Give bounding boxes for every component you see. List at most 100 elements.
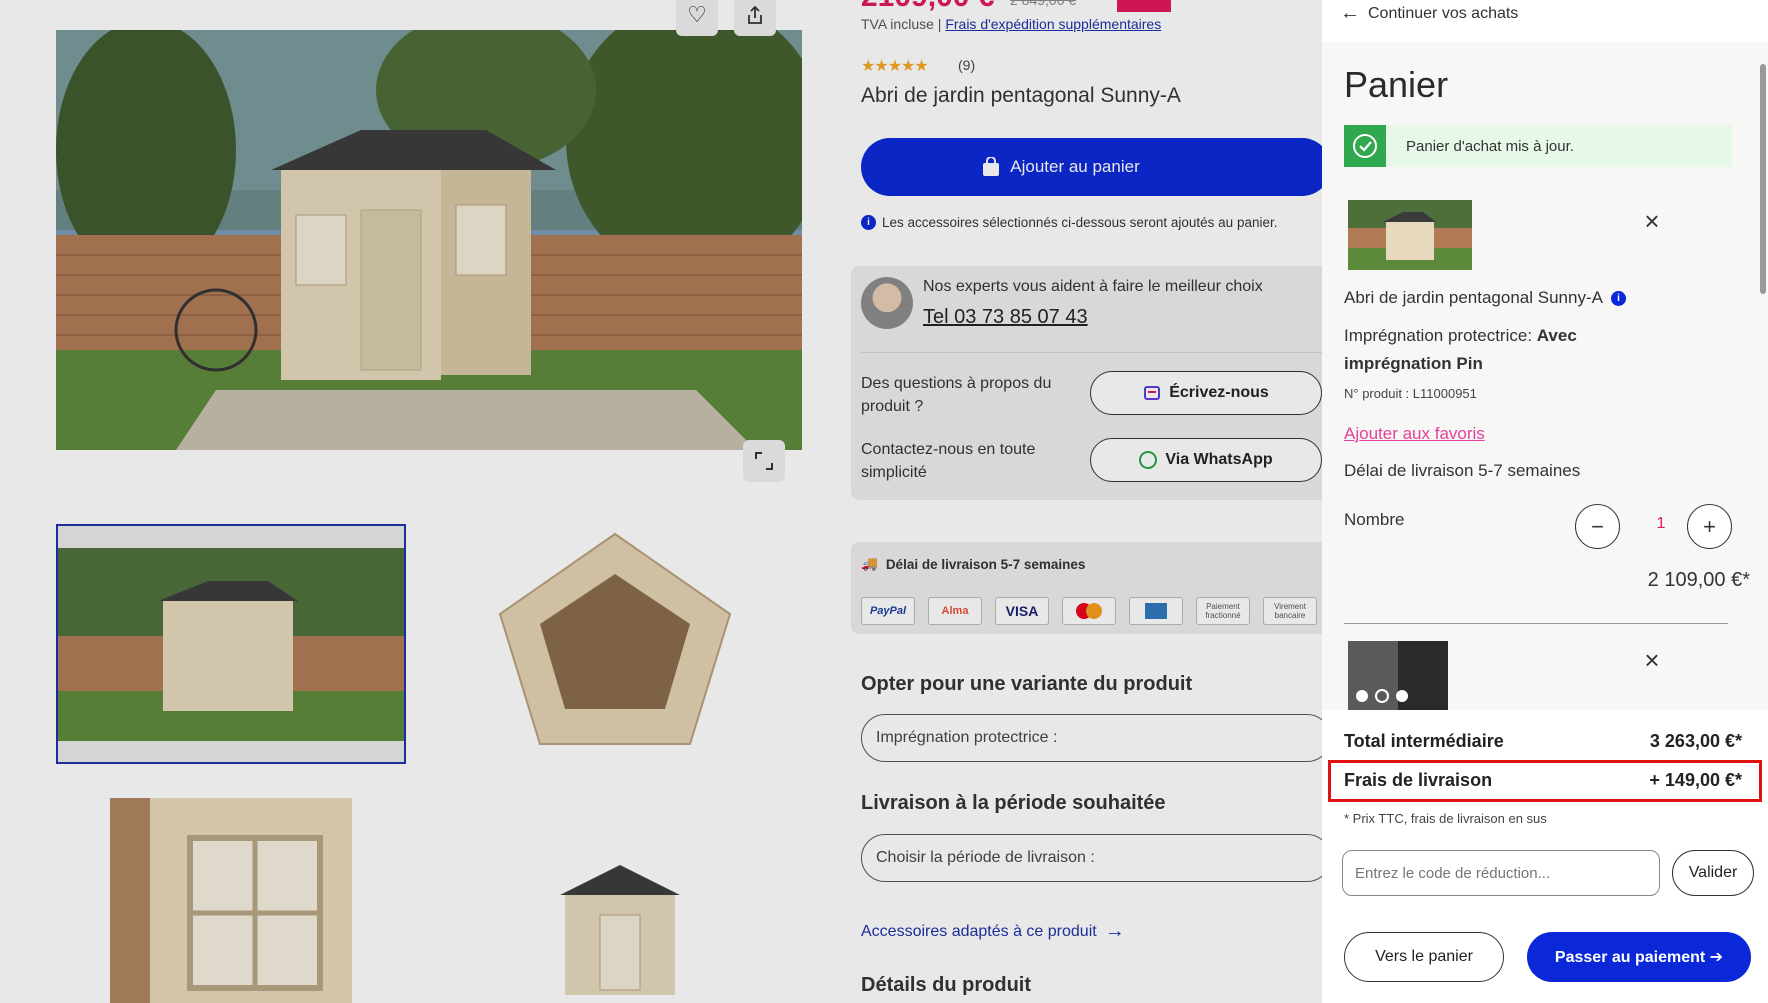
rating-count[interactable]: (9) (958, 57, 975, 73)
add-to-cart-label: Ajouter au panier (1010, 157, 1140, 176)
arrow-left-icon: ← (1340, 2, 1360, 24)
info-icon: i (861, 215, 876, 230)
experts-text: Nos experts vous aident à faire le meill… (923, 278, 1263, 295)
tva-text: TVA incluse | (861, 16, 942, 32)
product-main-image[interactable] (56, 30, 802, 450)
product-page: ♡ 2 849,00 € TVA incluse | Frais d'expéd… (0, 0, 1331, 1003)
share-button[interactable] (734, 0, 776, 36)
product-title: Abri de jardin pentagonal Sunny-A (861, 84, 1181, 107)
check-circle-icon (1344, 125, 1386, 167)
contact-text: Contactez-nous en toute simplicité (861, 438, 1035, 484)
paypal-logo: PayPal (861, 597, 915, 625)
chat-icon (1144, 386, 1161, 400)
whatsapp-button[interactable]: Via WhatsApp (1090, 438, 1322, 482)
thumbnail-1[interactable] (56, 524, 406, 764)
contact-line-2: simplicité (861, 464, 927, 481)
mastercard-icon-2 (1086, 603, 1102, 619)
toast-text: Panier d'achat mis à jour. (1406, 137, 1574, 155)
cart-item-delivery: Délai de livraison 5-7 semaines (1344, 461, 1581, 480)
promo-code-input[interactable] (1342, 850, 1660, 896)
cart-item-image[interactable] (1348, 200, 1472, 270)
cart-item-name-text: Abri de jardin pentagonal Sunny-A (1344, 288, 1603, 307)
mastercard-logo (1062, 597, 1116, 625)
amex-logo (1129, 597, 1183, 625)
remove-item-2-button[interactable]: × (1640, 645, 1664, 675)
cart-title: Panier (1344, 64, 1449, 105)
shipping-highlight-box (1328, 760, 1762, 802)
period-select[interactable]: Choisir la période de livraison : (861, 834, 1331, 882)
cart-item-name: Abri de jardin pentagonal Sunny-A i (1344, 288, 1626, 308)
cart-item-attribute: Imprégnation protectrice: Avec imprégnat… (1344, 322, 1644, 378)
period-title: Livraison à la période souhaitée (861, 792, 1166, 814)
favorite-heart-button[interactable]: ♡ (676, 0, 718, 36)
quantity-value[interactable]: 1 (1649, 515, 1673, 533)
thumbnail-3[interactable] (110, 798, 352, 1003)
bag-icon (983, 157, 1000, 176)
attr-label: Imprégnation protectrice: (1344, 326, 1537, 345)
cart-updated-toast: Panier d'achat mis à jour. (1344, 125, 1732, 167)
discount-badge (1117, 0, 1171, 12)
continue-shopping-label: Continuer vos achats (1368, 4, 1519, 22)
cart-scrollbar[interactable] (1758, 50, 1768, 706)
cart-header: ← Continuer vos achats (1322, 0, 1768, 42)
arrow-right-icon: → (1104, 920, 1125, 942)
accessories-note: i Les accessoires sélectionnés ci-dessou… (861, 215, 1277, 230)
amex-icon (1145, 603, 1167, 619)
shipping-link[interactable]: Frais d'expédition supplémentaires (945, 16, 1161, 32)
divider (861, 352, 1331, 353)
old-price-partial: 2 849,00 € (1010, 0, 1077, 8)
variant-select[interactable]: Imprégnation protectrice : (861, 714, 1331, 762)
increase-quantity-button[interactable]: + (1687, 504, 1732, 549)
delivery-info: 🚚 Délai de livraison 5-7 semaines (861, 556, 1085, 572)
questions-line-2: produit ? (861, 398, 924, 415)
subtotal-row: Total intermédiaire 3 263,00 €* (1344, 731, 1742, 752)
period-select-label: Choisir la période de livraison : (876, 849, 1095, 866)
expand-image-button[interactable] (743, 440, 785, 482)
quantity-label: Nombre (1344, 510, 1405, 529)
item-divider (1344, 623, 1728, 624)
cart-item-sku: N° produit : L11000951 (1344, 386, 1477, 401)
info-icon[interactable]: i (1610, 290, 1626, 306)
view-cart-button[interactable]: Vers le panier (1344, 932, 1504, 982)
ttc-note: * Prix TTC, frais de livraison en sus (1344, 811, 1547, 826)
decrease-quantity-button[interactable]: − (1575, 504, 1620, 549)
price-partial: 2109,00 € (861, 0, 994, 14)
plus-icon: + (1703, 513, 1716, 539)
accessories-link-label: Accessoires adaptés à ce produit (861, 922, 1097, 940)
scrollbar-thumb[interactable] (1760, 64, 1766, 294)
write-us-button[interactable]: Écrivez-nous (1090, 371, 1322, 415)
delivery-title: Délai de livraison 5-7 semaines (885, 556, 1086, 572)
close-icon: × (1644, 645, 1660, 675)
validate-promo-button[interactable]: Valider (1672, 850, 1754, 896)
subtotal-label: Total intermédiaire (1344, 731, 1504, 751)
cart-item-2-image[interactable] (1348, 641, 1448, 711)
variant-select-label: Imprégnation protectrice : (876, 729, 1058, 746)
whatsapp-icon (1139, 451, 1158, 469)
add-to-favorites-link[interactable]: Ajouter aux favoris (1344, 424, 1485, 444)
questions-line-1: Des questions à propos du (861, 375, 1052, 392)
rating-stars: ★★★★★ (861, 58, 929, 75)
experts-phone[interactable]: Tel 03 73 85 07 43 (923, 306, 1088, 329)
questions-text: Des questions à propos du produit ? (861, 372, 1051, 418)
write-us-label: Écrivez-nous (1169, 384, 1269, 401)
split-payment-logo: Paiement fractionné (1196, 597, 1250, 625)
cart-drawer: ← Continuer vos achats Panier Panier d'a… (1322, 0, 1768, 1003)
heart-icon: ♡ (687, 2, 707, 27)
thumbnail-2[interactable] (480, 524, 750, 764)
alma-logo: Alma (928, 597, 982, 625)
continue-shopping-link[interactable]: ← Continuer vos achats (1340, 2, 1518, 25)
validate-label: Valider (1688, 864, 1738, 881)
visa-logo: VISA (995, 597, 1049, 625)
details-title: Détails du produit (861, 974, 1031, 996)
cart-item-price: 2 109,00 €* (1647, 569, 1750, 591)
checkout-button[interactable]: Passer au paiement ➔ (1527, 932, 1751, 982)
bank-transfer-logo: Virement bancaire (1263, 597, 1317, 625)
variant-title: Opter pour une variante du produit (861, 673, 1193, 695)
accessories-note-text: Les accessoires sélectionnés ci-dessous … (882, 215, 1278, 230)
remove-item-button[interactable]: × (1640, 208, 1664, 234)
accessories-link[interactable]: Accessoires adaptés à ce produit → (861, 920, 1125, 943)
truck-icon: 🚚 (861, 556, 878, 571)
add-to-cart-button[interactable]: Ajouter au panier (861, 138, 1331, 196)
thumbnail-4[interactable] (545, 860, 695, 1003)
expand-icon (755, 452, 773, 470)
